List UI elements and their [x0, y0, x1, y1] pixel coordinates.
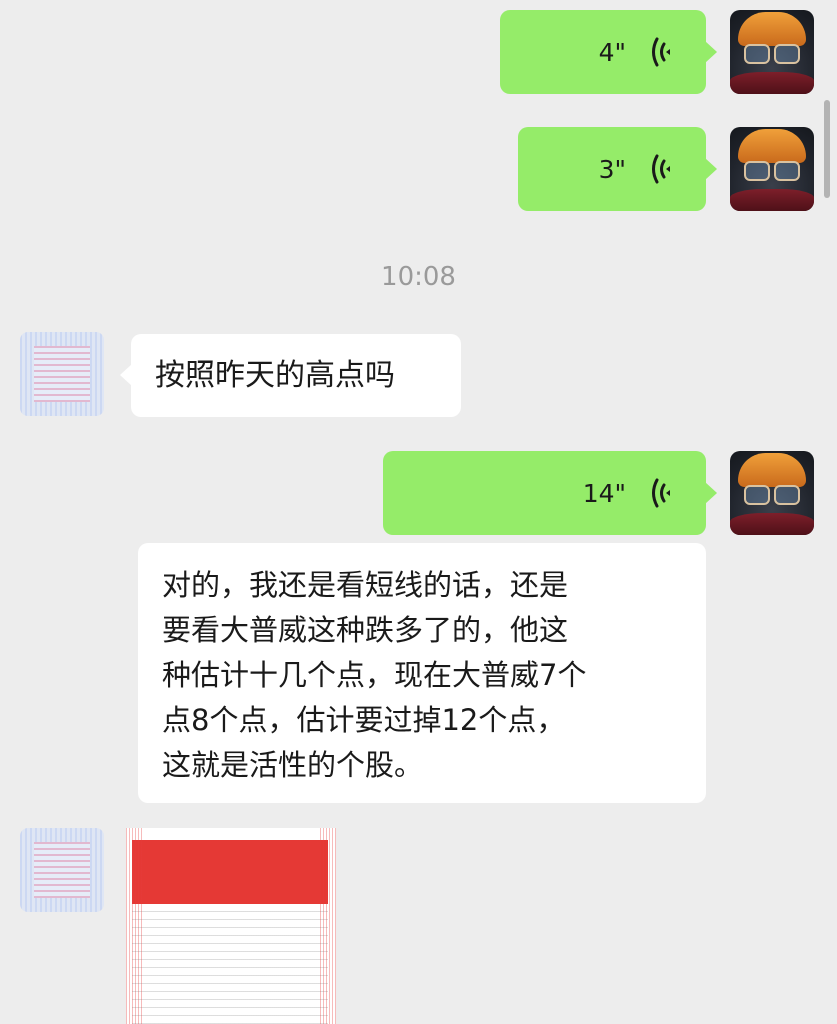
voice-message-bubble[interactable]: 14" — [383, 451, 717, 535]
voice-duration: 4" — [598, 37, 626, 67]
message-text-line: 对的，我还是看短线的话，还是 — [162, 568, 569, 602]
text-message-bubble[interactable]: 按照昨天的高点吗 — [120, 334, 461, 417]
contact-avatar[interactable] — [20, 332, 104, 416]
self-avatar[interactable] — [730, 451, 814, 535]
message-timestamp: 10:08 — [381, 262, 456, 292]
voice-duration: 3" — [598, 154, 626, 184]
self-avatar[interactable] — [730, 127, 814, 211]
voice-wave-icon — [652, 37, 670, 67]
message-text: 按照昨天的高点吗 — [155, 358, 395, 393]
voice-wave-icon — [652, 478, 670, 508]
text-message-bubble[interactable]: 对的，我还是看短线的话，还是 要看大普威这种跌多了的，他这 种估计十几个点，现在… — [138, 543, 706, 803]
contact-avatar[interactable] — [20, 828, 104, 912]
voice-message-bubble[interactable]: 4" — [500, 10, 717, 94]
self-avatar[interactable] — [730, 10, 814, 94]
message-text-line: 点8个点，估计要过掉12个点， — [162, 703, 566, 737]
voice-wave-icon — [652, 154, 670, 184]
message-text-line: 这就是活性的个股。 — [162, 748, 424, 782]
voice-duration: 14" — [582, 478, 626, 508]
message-text-line: 要看大普威这种跌多了的，他这 — [162, 613, 569, 647]
message-text-line: 种估计十几个点，现在大普威7个 — [162, 658, 587, 692]
voice-message-bubble[interactable]: 3" — [518, 127, 717, 211]
scrollbar[interactable] — [824, 100, 830, 198]
image-message-thumbnail[interactable] — [126, 828, 336, 1024]
